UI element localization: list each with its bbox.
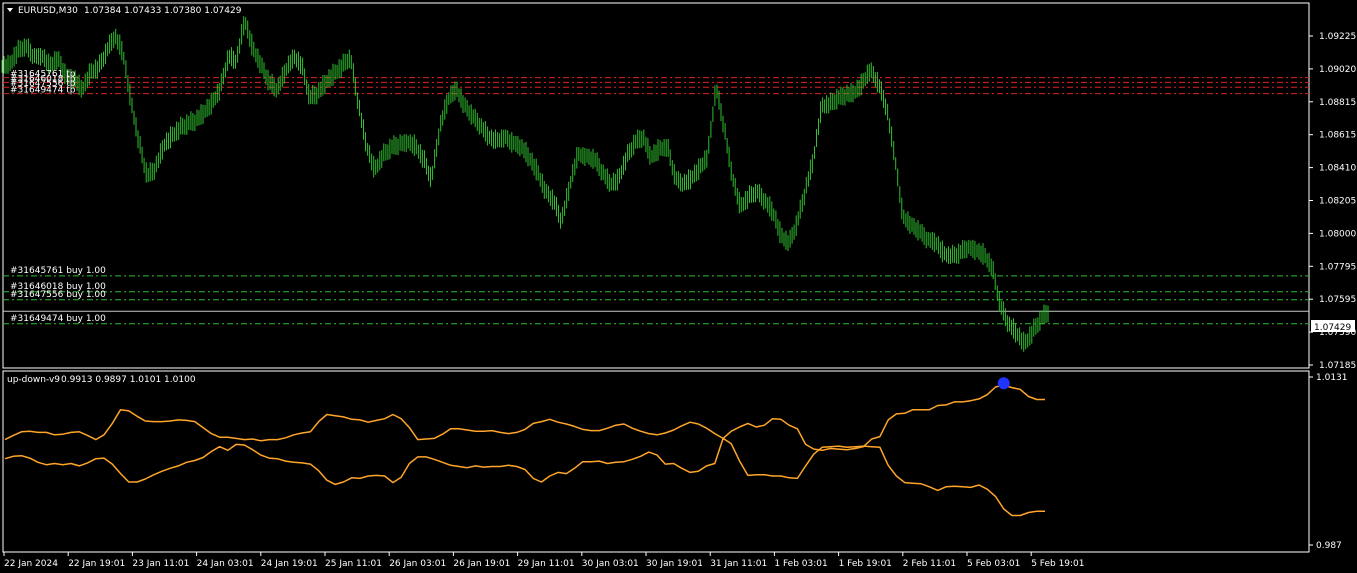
buy-order-label: #31645761 buy 1.00 [10, 266, 106, 276]
time-tick-label: 23 Jan 11:01 [132, 559, 189, 569]
time-tick-label: 22 Jan 2024 [4, 559, 58, 569]
price-tick-label: 1.09225 [1319, 32, 1356, 42]
price-tick-label: 1.09020 [1319, 65, 1356, 75]
time-tick-label: 1 Feb 19:01 [839, 559, 892, 569]
indicator-tick-label: 1.0131 [1316, 373, 1348, 383]
ohlc-values: 1.07384 1.07433 1.07380 1.07429 [84, 6, 242, 16]
chart-header[interactable]: EURUSD,M30 1.07384 1.07433 1.07380 1.074… [7, 6, 242, 16]
time-tick-label: 30 Jan 03:01 [582, 559, 639, 569]
time-tick-label: 25 Jan 11:01 [325, 559, 382, 569]
symbol-label: EURUSD,M30 [18, 6, 78, 16]
time-tick-label: 2 Feb 11:01 [903, 559, 956, 569]
price-tick-label: 1.08615 [1319, 131, 1356, 141]
time-tick-label: 5 Feb 03:01 [967, 559, 1020, 569]
signal-dot-icon [997, 377, 1010, 390]
time-tick-label: 29 Jan 11:01 [518, 559, 575, 569]
price-tick-label: 1.08205 [1319, 197, 1356, 207]
time-tick-label: 1 Feb 03:01 [774, 559, 827, 569]
time-tick-label: 31 Jan 11:01 [710, 559, 767, 569]
take-profit-labels: #31645761 tp#31646018 tp#31647556 tp#316… [10, 70, 76, 96]
time-tick-label: 26 Jan 19:01 [453, 559, 510, 569]
buy-order-label: #31647556 buy 1.00 [10, 290, 106, 300]
indicator-values: 0.9913 0.9897 1.0101 1.0100 [61, 375, 196, 385]
time-tick-label: 30 Jan 19:01 [646, 559, 703, 569]
price-tick-label: 1.07795 [1319, 262, 1356, 272]
price-tick-label: 1.07595 [1319, 295, 1356, 305]
buy-order-labels: #31645761 buy 1.00#31646018 buy 1.00#316… [10, 266, 106, 324]
time-tick-label: 24 Jan 03:01 [197, 559, 254, 569]
indicator-tick-label: 0.987 [1316, 541, 1342, 551]
price-tick-label: 1.08410 [1319, 164, 1356, 174]
indicator-name: up-down-v9 [7, 375, 60, 385]
time-tick-label: 5 Feb 19:01 [1031, 559, 1084, 569]
price-tick-label: 1.07185 [1319, 361, 1356, 371]
signal-marker [997, 377, 1010, 390]
trading-chart[interactable]: #31645761 tp#31646018 tp#31647556 tp#316… [0, 0, 1357, 573]
time-tick-label: 24 Jan 19:01 [261, 559, 318, 569]
take-profit-label: #31649474 tp [10, 86, 76, 96]
time-tick-label: 26 Jan 03:01 [389, 559, 446, 569]
price-tick-label: 1.08815 [1319, 98, 1356, 108]
current-price-label: 1.07429 [1314, 323, 1351, 333]
buy-order-label: #31649474 buy 1.00 [10, 314, 106, 324]
time-tick-label: 22 Jan 19:01 [68, 559, 125, 569]
price-tick-label: 1.08000 [1319, 229, 1356, 239]
